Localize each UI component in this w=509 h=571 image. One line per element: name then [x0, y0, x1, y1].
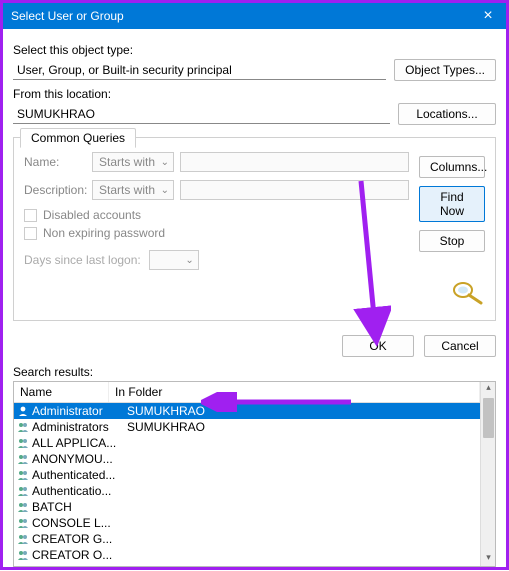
- object-type-label: Select this object type:: [13, 43, 496, 57]
- disabled-label: Disabled accounts: [43, 208, 141, 222]
- group-icon: [16, 436, 30, 450]
- common-queries-tab[interactable]: Common Queries: [20, 128, 136, 148]
- name-filter-input[interactable]: [180, 152, 409, 172]
- row-name: ANONYMOU...: [32, 452, 123, 466]
- days-logon-label: Days since last logon:: [24, 253, 141, 267]
- desc-filter-label: Description:: [24, 183, 86, 197]
- common-queries-frame: Common Queries Name: Starts with⌄ Descri…: [13, 137, 496, 321]
- results-header: Name In Folder: [14, 382, 480, 403]
- columns-button[interactable]: Columns...: [419, 156, 485, 178]
- group-icon: [16, 516, 30, 530]
- titlebar: Select User or Group ×: [3, 3, 506, 29]
- window-title: Select User or Group: [11, 9, 478, 23]
- locations-button[interactable]: Locations...: [398, 103, 496, 125]
- group-icon: [16, 420, 30, 434]
- nonexpiring-label: Non expiring password: [43, 226, 165, 240]
- name-filter-label: Name:: [24, 155, 86, 169]
- table-row[interactable]: CREATOR G...: [14, 531, 480, 547]
- disabled-checkbox[interactable]: [24, 209, 37, 222]
- table-row[interactable]: ANONYMOU...: [14, 451, 480, 467]
- row-name: ALL APPLICA...: [32, 436, 123, 450]
- desc-filter-input[interactable]: [180, 180, 409, 200]
- cancel-button[interactable]: Cancel: [424, 335, 496, 357]
- scroll-thumb[interactable]: [483, 398, 494, 438]
- results-scrollbar[interactable]: ▴ ▾: [480, 382, 495, 566]
- row-name: Administrators: [32, 420, 123, 434]
- chevron-down-icon: ⌄: [161, 185, 169, 196]
- scroll-down-icon[interactable]: ▾: [481, 552, 496, 566]
- find-now-button[interactable]: Find Now: [419, 186, 485, 222]
- table-row[interactable]: BATCH: [14, 499, 480, 515]
- row-name: Authenticated...: [32, 468, 123, 482]
- chevron-down-icon: ⌄: [185, 255, 193, 266]
- table-row[interactable]: Authenticated...: [14, 467, 480, 483]
- stop-button[interactable]: Stop: [419, 230, 485, 252]
- group-icon: [16, 532, 30, 546]
- row-name: BATCH: [32, 500, 123, 514]
- row-name: CONSOLE L...: [32, 516, 123, 530]
- column-name[interactable]: Name: [14, 382, 109, 402]
- group-icon: [16, 484, 30, 498]
- table-row[interactable]: Authenticatio...: [14, 483, 480, 499]
- location-field[interactable]: [13, 104, 390, 124]
- table-row[interactable]: AdministratorsSUMUKHRAO: [14, 419, 480, 435]
- table-row[interactable]: AdministratorSUMUKHRAO: [14, 403, 480, 419]
- table-row[interactable]: ALL APPLICA...: [14, 435, 480, 451]
- row-folder: SUMUKHRAO: [123, 420, 480, 434]
- scroll-up-icon[interactable]: ▴: [481, 382, 496, 396]
- search-results-label: Search results:: [13, 365, 496, 379]
- row-name: Administrator: [32, 404, 123, 418]
- location-label: From this location:: [13, 87, 496, 101]
- table-row[interactable]: CREATOR O...: [14, 547, 480, 563]
- object-types-button[interactable]: Object Types...: [394, 59, 496, 81]
- close-icon[interactable]: ×: [478, 7, 498, 25]
- search-find-icon: [449, 278, 485, 306]
- column-folder[interactable]: In Folder: [109, 382, 480, 402]
- group-icon: [16, 500, 30, 514]
- name-mode-combo[interactable]: Starts with⌄: [92, 152, 174, 172]
- ok-button[interactable]: OK: [342, 335, 414, 357]
- row-name: Authenticatio...: [32, 484, 123, 498]
- user-icon: [16, 404, 30, 418]
- row-folder: SUMUKHRAO: [123, 404, 480, 418]
- results-listview[interactable]: Name In Folder AdministratorSUMUKHRAOAdm…: [13, 381, 496, 567]
- row-name: CREATOR G...: [32, 532, 123, 546]
- desc-mode-combo[interactable]: Starts with⌄: [92, 180, 174, 200]
- group-icon: [16, 452, 30, 466]
- nonexpiring-checkbox[interactable]: [24, 227, 37, 240]
- chevron-down-icon: ⌄: [161, 157, 169, 168]
- table-row[interactable]: CONSOLE L...: [14, 515, 480, 531]
- object-type-field[interactable]: [13, 60, 386, 80]
- row-name: CREATOR O...: [32, 548, 123, 562]
- group-icon: [16, 468, 30, 482]
- days-logon-combo[interactable]: ⌄: [149, 250, 199, 270]
- group-icon: [16, 548, 30, 562]
